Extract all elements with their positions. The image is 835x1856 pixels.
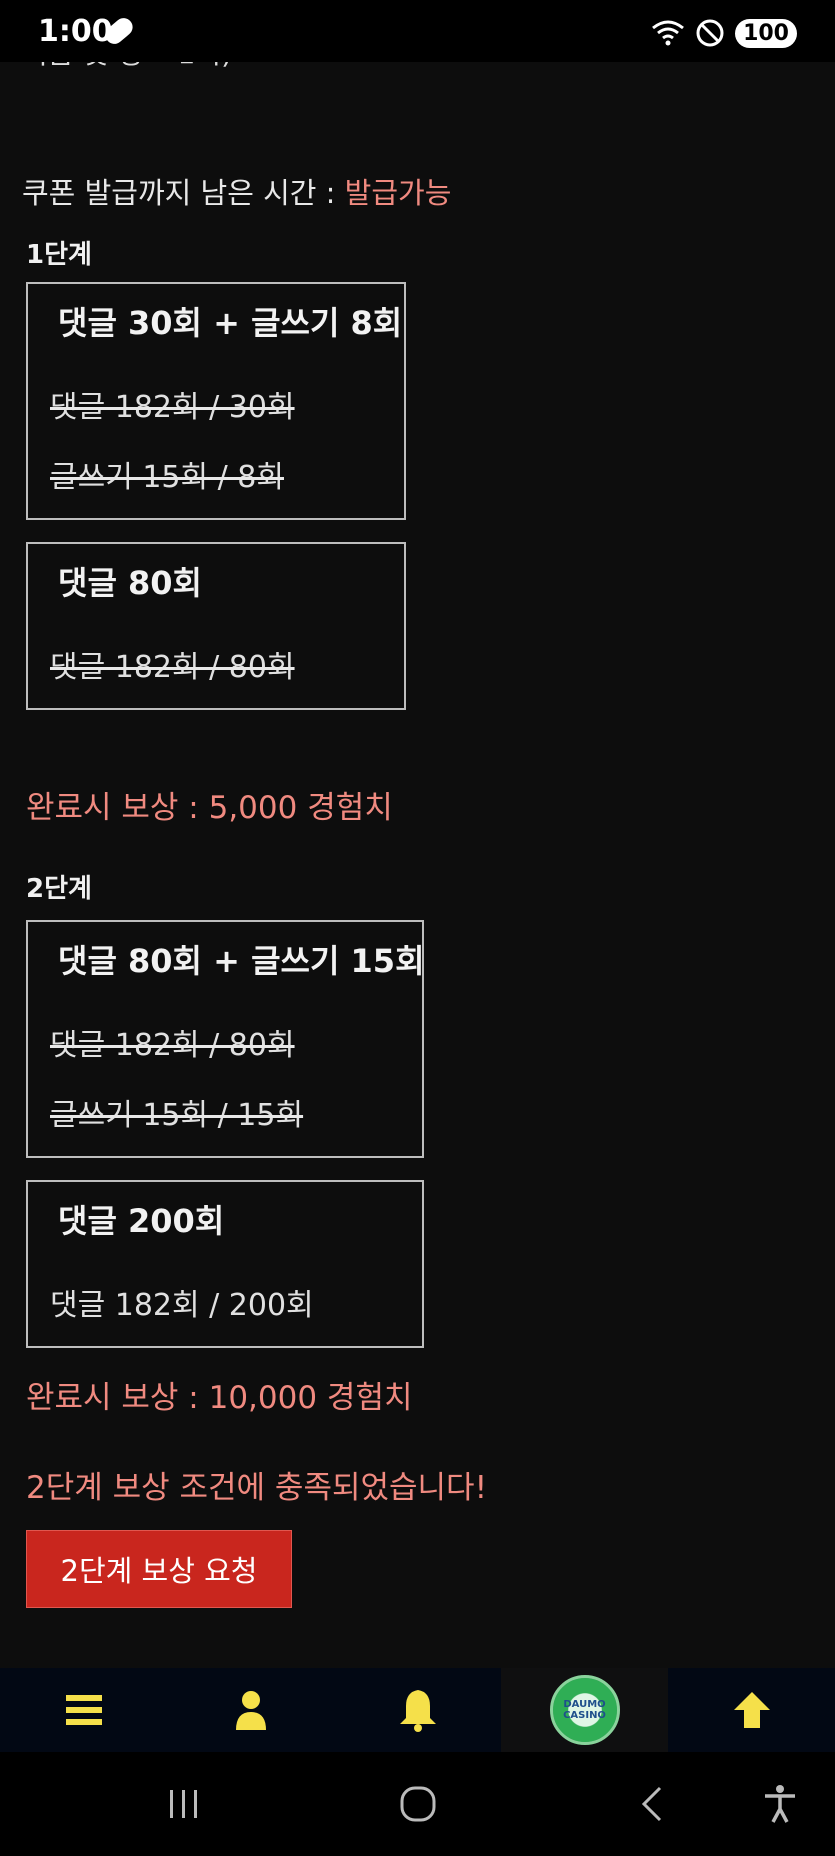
- arrow-up-icon: [733, 1692, 770, 1728]
- coupon-timer-label: 쿠폰 발급까지 남은 시간 :: [22, 176, 345, 210]
- back-button[interactable]: [620, 1772, 684, 1836]
- user-icon: [235, 1691, 266, 1730]
- mission-title: 댓글 80회 + 글쓰기 15회: [58, 942, 425, 980]
- bell-icon: [399, 1690, 436, 1732]
- mission-title: 댓글 30회 + 글쓰기 8회: [58, 304, 403, 342]
- profile-button[interactable]: [167, 1668, 334, 1752]
- success-message: 2단계 보상 조건에 충족되었습니다!: [26, 1470, 487, 1506]
- stage-reward: 완료시 보상 : 10,000 경험치: [26, 1380, 413, 1416]
- mission-box: 댓글 30회 + 글쓰기 8회 댓글 182회 / 30회 글쓰기 15회 / …: [26, 282, 406, 520]
- scroll-top-button[interactable]: [668, 1668, 835, 1752]
- home-icon: [400, 1786, 436, 1822]
- partially-visible-text: 지금 및 평고 1회): [22, 62, 232, 72]
- coupon-timer: 쿠폰 발급까지 남은 시간 : 발급가능: [22, 170, 451, 212]
- stage-title: 1단계: [26, 240, 92, 270]
- bottom-app-bar: DAUMO CASINO: [0, 1668, 835, 1752]
- home-button[interactable]: [386, 1772, 450, 1836]
- wifi-icon: [652, 20, 684, 46]
- system-navigation-bar: [0, 1752, 835, 1856]
- recent-apps-button[interactable]: [152, 1772, 216, 1836]
- mission-progress-completed: 글쓰기 15회 / 15회: [50, 1098, 304, 1133]
- request-reward-button[interactable]: 2단계 보상 요청: [26, 1530, 292, 1608]
- menu-button[interactable]: [0, 1668, 167, 1752]
- main-content: 지금 및 평고 1회) 쿠폰 발급까지 남은 시간 : 발급가능 1단계 댓글 …: [0, 62, 835, 1668]
- recent-apps-icon: [170, 1790, 197, 1818]
- status-time: 1:00: [38, 14, 113, 49]
- mission-progress-completed: 댓글 182회 / 80회: [50, 650, 295, 685]
- mission-title: 댓글 80회: [58, 564, 202, 602]
- coupon-timer-value: 발급가능: [344, 176, 452, 210]
- status-icons: 100: [651, 16, 797, 50]
- stage-reward: 완료시 보상 : 5,000 경험치: [26, 790, 393, 826]
- mission-box: 댓글 80회 + 글쓰기 15회 댓글 182회 / 80회 글쓰기 15회 /…: [26, 920, 425, 1158]
- mission-progress: 댓글 182회 / 200회: [50, 1288, 314, 1323]
- notifications-button[interactable]: [334, 1668, 501, 1752]
- mission-box: 댓글 200회 댓글 182회 / 200회: [26, 1180, 424, 1348]
- do-not-disturb-icon: [696, 19, 724, 47]
- accessibility-button[interactable]: [748, 1772, 812, 1836]
- casino-logo: DAUMO CASINO: [549, 1675, 620, 1745]
- back-icon: [641, 1786, 662, 1822]
- mission-progress-completed: 댓글 182회 / 30회: [50, 390, 295, 425]
- mission-box: 댓글 80회 댓글 182회 / 80회: [26, 542, 406, 710]
- status-bar: 1:00 100: [0, 0, 835, 62]
- mission-progress-completed: 댓글 182회 / 80회: [50, 1028, 295, 1063]
- battery-level: 100: [735, 18, 797, 48]
- mission-title: 댓글 200회: [58, 1202, 225, 1240]
- casino-logo-button[interactable]: DAUMO CASINO: [501, 1668, 668, 1752]
- mission-progress-completed: 글쓰기 15회 / 8회: [50, 460, 284, 495]
- stage-title: 2단계: [26, 874, 92, 904]
- menu-icon: [65, 1695, 102, 1725]
- accessibility-icon: [765, 1785, 795, 1823]
